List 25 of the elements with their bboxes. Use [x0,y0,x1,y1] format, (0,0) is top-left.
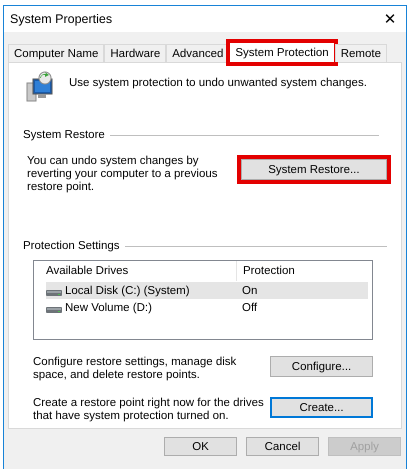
protection-status: On [241,284,258,296]
drive-row[interactable]: Local Disk (C:) (System) On [46,282,368,299]
dialog-button[interactable]: Cancel [246,437,319,456]
column-header[interactable]: Available Drives [34,261,237,281]
drive-row[interactable]: New Volume (D:) Off [46,299,368,316]
close-button[interactable]: ✕ [370,6,406,32]
group-heading: Protection Settings [23,240,120,252]
window-title: System Properties [10,12,112,26]
configure-button[interactable]: Configure... [270,356,373,377]
create-button[interactable]: Create... [270,397,373,418]
drive-name: New Volume (D:) [65,302,152,314]
description-text: Use system protection to undo unwanted system changes. [69,77,367,90]
description-text: Create a restore point right now for the drives that have system protection turned on. [33,397,265,423]
protection-status: Off [241,302,258,314]
dialog-button[interactable]: OK [164,437,237,456]
computer-icon [25,71,55,103]
drive-name: Local Disk (C:) (System) [65,284,190,296]
group-heading: System Restore [23,129,105,141]
tab[interactable]: Remote [334,44,387,62]
tab[interactable]: System Protection [229,42,335,63]
tab[interactable]: Computer Name [8,44,104,62]
column-header[interactable]: Protection [237,265,372,277]
tab[interactable]: Hardware [104,44,166,62]
description-text: Configure restore settings, manage disk space, and delete restore points. [33,356,238,382]
description-text: You can undo system changes by reverting your computer to a previous restore point. [27,155,218,194]
